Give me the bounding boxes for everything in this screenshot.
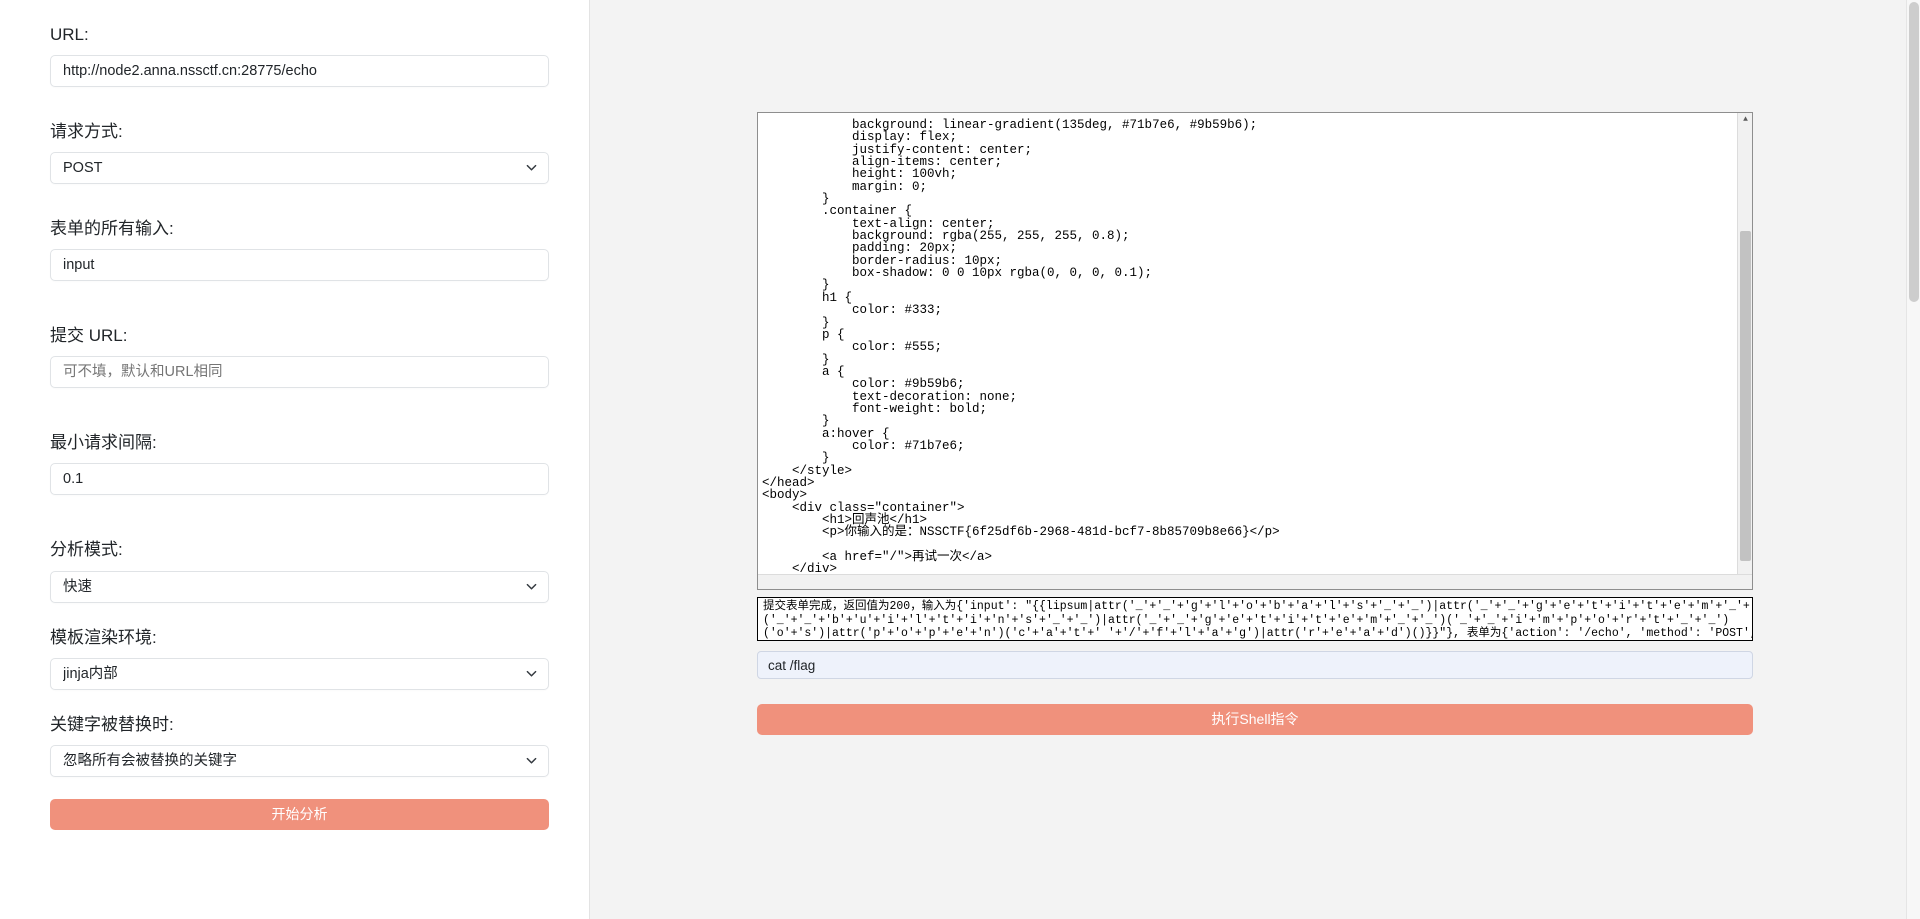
result-inner: background: linear-gradient(135deg, #71b… <box>757 112 1753 735</box>
label-submit-url: 提交 URL: <box>50 325 549 347</box>
request-method-select[interactable]: POST <box>50 152 549 184</box>
scroll-up-arrow-icon[interactable]: ▲ <box>1738 113 1753 128</box>
field-request-method: 请求方式: POST <box>50 121 549 184</box>
label-url: URL: <box>50 24 549 46</box>
label-keyword-replace: 关键字被替换时: <box>50 714 549 736</box>
field-keyword-replace: 关键字被替换时: 忽略所有会被替换的关键字 <box>50 714 549 777</box>
form-inputs-input[interactable] <box>50 249 549 281</box>
field-url: URL: <box>50 24 549 87</box>
submit-url-input[interactable] <box>50 356 549 388</box>
label-analysis-mode: 分析模式: <box>50 539 549 561</box>
label-render-engine: 模板渲染环境: <box>50 627 549 649</box>
shell-command-input[interactable] <box>757 651 1753 679</box>
field-min-interval: 最小请求间隔: <box>50 432 549 495</box>
field-submit-url: 提交 URL: <box>50 325 549 388</box>
render-engine-select[interactable]: jinja内部 <box>50 658 549 690</box>
field-form-inputs: 表单的所有输入: <box>50 218 549 281</box>
execute-shell-button[interactable]: 执行Shell指令 <box>757 704 1753 735</box>
config-sidebar: URL: 请求方式: POST 表单的所有输入: 提交 URL <box>0 0 590 919</box>
status-log-box[interactable]: 提交表单完成，返回值为200，输入为{'input': "{{lipsum|at… <box>757 597 1753 641</box>
response-code-viewer[interactable]: background: linear-gradient(135deg, #71b… <box>757 112 1753 590</box>
app-root: URL: 请求方式: POST 表单的所有输入: 提交 URL <box>0 0 1920 919</box>
min-interval-input[interactable] <box>50 463 549 495</box>
analysis-mode-select[interactable]: 快速 <box>50 571 549 603</box>
url-input[interactable] <box>50 55 549 87</box>
result-panel: background: linear-gradient(135deg, #71b… <box>590 0 1920 919</box>
page-scroll-thumb[interactable] <box>1909 2 1919 302</box>
status-log-text: 提交表单完成，返回值为200，输入为{'input': "{{lipsum|at… <box>763 600 1748 641</box>
response-code-text: background: linear-gradient(135deg, #71b… <box>758 119 1752 590</box>
scroll-thumb[interactable] <box>1740 231 1751 561</box>
field-analysis-mode: 分析模式: 快速 <box>50 539 549 602</box>
label-min-interval: 最小请求间隔: <box>50 432 549 454</box>
start-analysis-button[interactable]: 开始分析 <box>50 799 549 830</box>
label-request-method: 请求方式: <box>50 121 549 143</box>
code-horizontal-scrollbar[interactable] <box>758 574 1752 589</box>
page-scrollbar[interactable] <box>1906 0 1920 919</box>
field-render-engine: 模板渲染环境: jinja内部 <box>50 627 549 690</box>
label-form-inputs: 表单的所有输入: <box>50 218 549 240</box>
keyword-replace-select[interactable]: 忽略所有会被替换的关键字 <box>50 745 549 777</box>
code-vertical-scrollbar[interactable]: ▲ ▼ <box>1737 113 1752 589</box>
